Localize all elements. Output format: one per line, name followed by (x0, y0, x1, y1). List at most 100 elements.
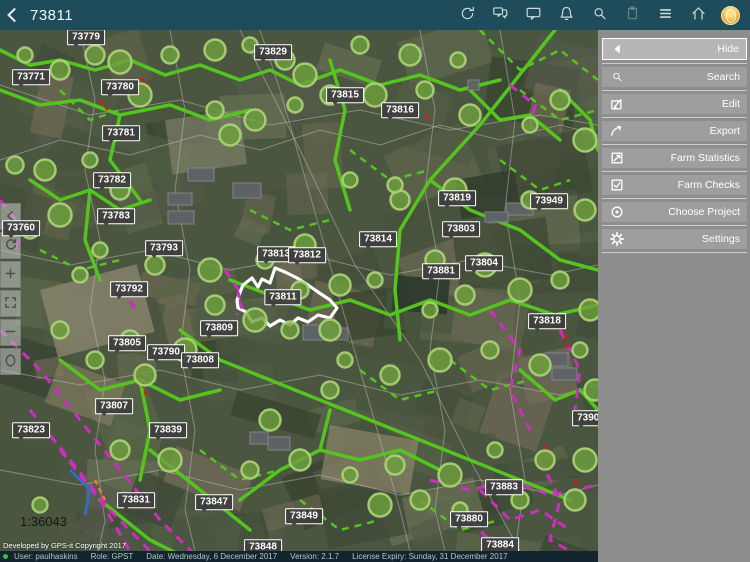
parcel-label-73814[interactable]: 73814 (359, 231, 397, 249)
menu-button[interactable] (655, 5, 675, 25)
sidebar-item-edit[interactable]: Edit (602, 94, 747, 114)
clipboard-icon (623, 4, 642, 26)
sidebar-item-farm-statistics[interactable]: Farm Statistics (602, 148, 747, 168)
parcel-label-73818[interactable]: 73818 (528, 313, 566, 331)
status-item: User: paulhaskins (14, 552, 78, 561)
sidebar-separator (602, 117, 747, 118)
parcel-label-73780[interactable]: 73780 (101, 79, 139, 97)
chat-group-icon (491, 4, 510, 26)
parcel-label-73805[interactable]: 73805 (108, 335, 146, 353)
search-icon (590, 4, 609, 26)
parcel-label-73883[interactable]: 73883 (485, 479, 523, 497)
clipboard-button[interactable] (622, 5, 642, 25)
ellipse-select-icon (3, 353, 18, 371)
bell-icon (557, 4, 576, 26)
home-button[interactable] (688, 5, 708, 25)
parcel-label-73849[interactable]: 73849 (285, 508, 323, 526)
zoom-in-button[interactable] (0, 261, 21, 288)
sidebar-separator (602, 252, 747, 253)
parcel-label-73880[interactable]: 73880 (450, 511, 488, 529)
parcel-label-73831[interactable]: 73831 (117, 492, 155, 510)
export-curve-icon (608, 123, 625, 139)
gear-icon (608, 231, 625, 247)
sidebar-item-search[interactable]: Search (602, 67, 747, 87)
status-bar: User: paulhaskins Role: GPST Date: Wednesd… (0, 551, 598, 562)
chat-group-button[interactable] (490, 5, 510, 25)
menu-icon (656, 4, 675, 26)
sync-button[interactable] (457, 5, 477, 25)
parcel-label-73792[interactable]: 73792 (110, 281, 148, 299)
parcel-label-73823[interactable]: 73823 (12, 422, 50, 440)
parcel-label-73881[interactable]: 73881 (422, 263, 460, 281)
status-item: License Expiry: Sunday, 31 December 2017 (352, 552, 508, 561)
bell-button[interactable] (556, 5, 576, 25)
sidebar-item-export[interactable]: Export (602, 121, 747, 141)
target-icon (608, 204, 625, 220)
parcel-label-73816[interactable]: 73816 (381, 102, 419, 120)
ellipse-select-button[interactable] (0, 348, 21, 375)
sidebar-separator (602, 144, 747, 145)
user-avatar-icon[interactable] (721, 5, 740, 25)
sidebar-item-label: Settings (702, 233, 740, 245)
parcel-label-73807[interactable]: 73807 (95, 398, 133, 416)
parcel-label-73771[interactable]: 73771 (12, 69, 50, 87)
connection-status-dot (3, 554, 8, 559)
sidebar-separator (602, 225, 747, 226)
sidebar-item-label: Edit (721, 98, 740, 110)
sidebar-item-label: Choose Project (668, 206, 740, 218)
parcel-label-73760[interactable]: 73760 (2, 220, 40, 238)
sidebar-item-label: Hide (717, 43, 739, 55)
sidebar-item-label: Search (706, 71, 740, 83)
parcel-label-73811[interactable]: 73811 (264, 289, 302, 307)
parcel-label-73803[interactable]: 73803 (442, 221, 480, 239)
chat-button[interactable] (523, 5, 543, 25)
sidebar-item-choose-project[interactable]: Choose Project (602, 202, 747, 222)
parcel-label-73783[interactable]: 73783 (97, 208, 135, 226)
parcel-label-73790[interactable]: 73790 (147, 344, 185, 362)
sidebar-item-label: Export (709, 125, 740, 137)
search-icon (608, 69, 625, 85)
sidebar-separator (602, 198, 747, 199)
sidebar-separator (602, 90, 747, 91)
checkbox-icon (608, 177, 625, 193)
sidebar-item-hide[interactable]: Hide (602, 38, 747, 60)
status-item: Role: GPST (90, 552, 134, 561)
parcel-label-73902[interactable]: 73902 (572, 410, 598, 428)
page-title: 73811 (30, 6, 74, 24)
parcel-label-73819[interactable]: 73819 (438, 190, 476, 208)
parcel-label-73847[interactable]: 73847 (195, 494, 233, 512)
sidebar-item-farm-checks[interactable]: Farm Checks (602, 175, 747, 195)
chat-icon (524, 4, 543, 26)
search-button[interactable] (589, 5, 609, 25)
parcel-label-73804[interactable]: 73804 (465, 255, 503, 273)
sidebar-menu: Hide Search Edit Export Farm Statistics Farm … (598, 30, 750, 562)
parcel-label-73809[interactable]: 73809 (200, 320, 238, 338)
statistics-icon (608, 150, 625, 166)
full-extent-icon (3, 295, 18, 313)
topbar-icon-group (457, 5, 750, 25)
parcel-label-73884[interactable]: 73884 (481, 537, 519, 551)
parcel-label-73779[interactable]: 73779 (67, 30, 105, 47)
parcel-label-73839[interactable]: 73839 (149, 422, 187, 440)
map-viewport[interactable]: 73779 73829 73771 73780 73815 73816 73781 73782… (0, 30, 598, 551)
zoom-out-button[interactable] (0, 319, 21, 346)
parcel-label-73829[interactable]: 73829 (254, 44, 292, 62)
parcel-label-73782[interactable]: 73782 (93, 172, 131, 190)
home-icon (689, 4, 708, 26)
status-item: Version: 2.1.7 (290, 552, 340, 561)
sidebar-item-settings[interactable]: Settings (602, 229, 747, 249)
parcel-label-73793[interactable]: 73793 (145, 240, 183, 258)
parcel-label-73781[interactable]: 73781 (102, 125, 140, 143)
parcel-label-73949[interactable]: 73949 (530, 193, 568, 211)
parcel-label-73812[interactable]: 73812 (288, 247, 326, 265)
parcel-label-73808[interactable]: 73808 (181, 352, 219, 370)
sidebar-item-label: Farm Statistics (670, 152, 740, 164)
back-button[interactable] (0, 0, 26, 30)
parcel-label-73815[interactable]: 73815 (326, 87, 364, 105)
full-extent-button[interactable] (0, 290, 21, 317)
map-copyright: Developed by GPS-it Copyright 2017 (3, 541, 126, 550)
sidebar-separator (602, 63, 747, 64)
sync-icon (458, 4, 477, 26)
sidebar-item-label: Farm Checks (677, 179, 740, 191)
parcel-label-73848[interactable]: 73848 (244, 539, 282, 551)
